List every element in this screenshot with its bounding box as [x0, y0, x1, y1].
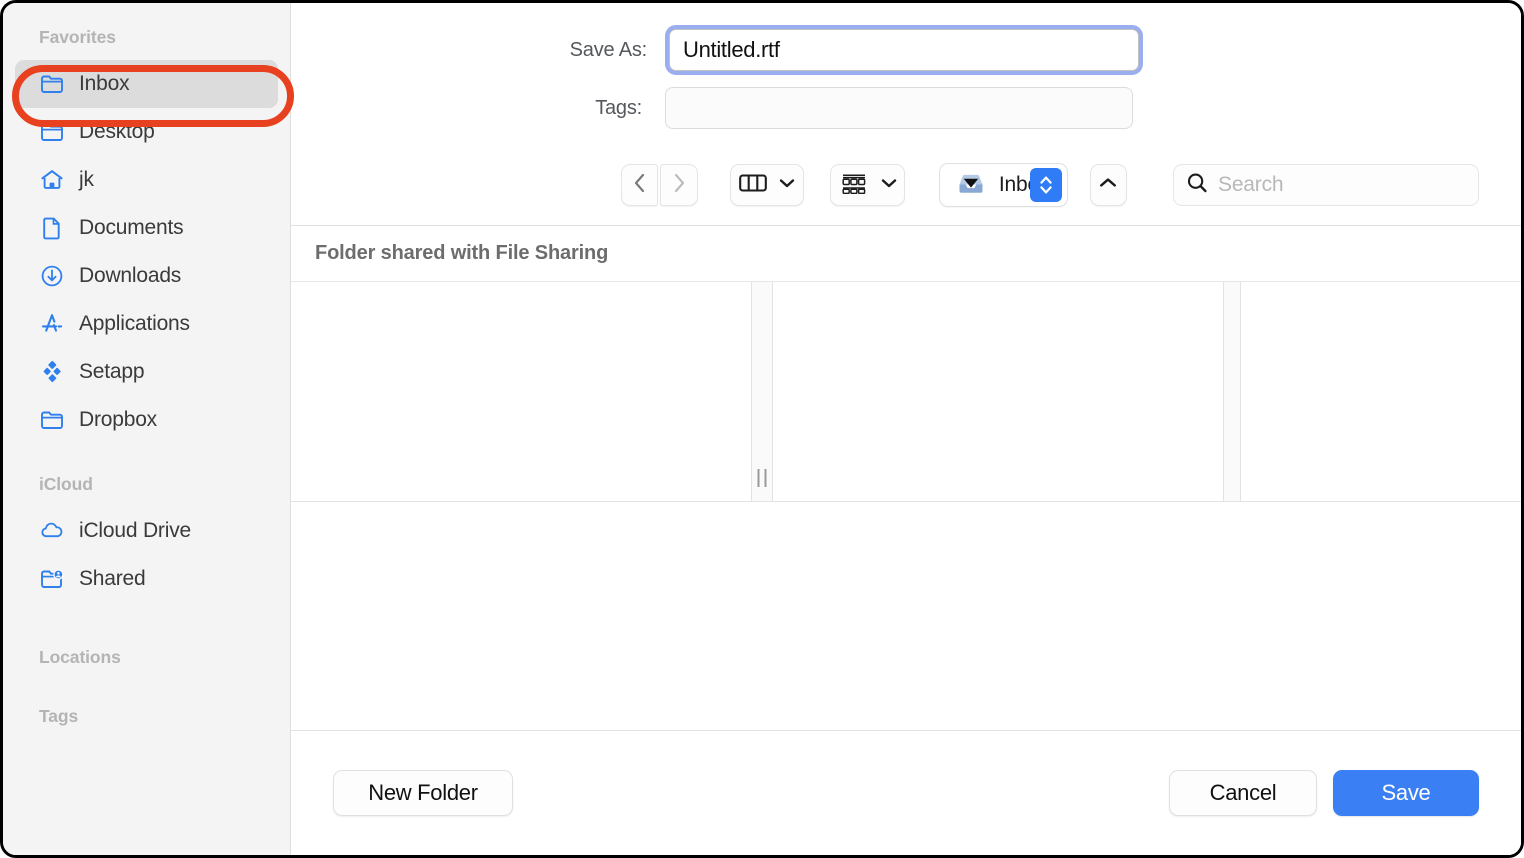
save-as-row: Save As:	[291, 25, 1521, 75]
download-icon	[39, 263, 65, 289]
tags-row: Tags:	[291, 87, 1521, 129]
go-up-button[interactable]	[1089, 164, 1128, 206]
finder-toolbar: Inbox	[291, 157, 1521, 226]
chevron-left-icon	[631, 172, 649, 199]
path-location-popup[interactable]: Inbox	[938, 163, 1068, 207]
sidebar-item-dropbox[interactable]: Dropbox	[15, 396, 278, 444]
save-dialog-window: Favorites Inbox Desktop jk Documents Dow…	[0, 0, 1524, 858]
setapp-icon	[39, 359, 65, 385]
back-button[interactable]	[621, 164, 659, 206]
sidebar-section-favorites: Favorites	[39, 27, 116, 47]
save-as-label: Save As:	[569, 38, 648, 61]
column-pane-3[interactable]	[1241, 282, 1521, 501]
new-folder-button[interactable]: New Folder	[333, 770, 513, 816]
sidebar-item-label: Setapp	[79, 360, 145, 383]
save-as-input[interactable]	[669, 29, 1139, 71]
sidebar-item-label: iCloud Drive	[79, 519, 191, 542]
sidebar-item-jk[interactable]: jk	[15, 156, 278, 204]
sidebar-item-setapp[interactable]: Setapp	[15, 348, 278, 396]
column-pane-2[interactable]	[773, 282, 1223, 501]
up-down-stepper-icon[interactable]	[1029, 168, 1062, 202]
sidebar-section-tags: Tags	[39, 706, 79, 726]
folder-icon	[39, 119, 65, 145]
column-view-icon	[739, 172, 767, 199]
preview-pane	[291, 502, 1521, 731]
inbox-tray-icon	[956, 170, 986, 201]
sidebar-item-documents[interactable]: Documents	[15, 204, 278, 252]
sidebar-item-icloud-drive[interactable]: iCloud Drive	[15, 507, 278, 555]
shared-folder-icon	[39, 566, 65, 592]
save-button[interactable]: Save	[1333, 770, 1479, 816]
chevron-down-icon	[779, 176, 795, 194]
path-location-label: Inbox	[998, 173, 1030, 196]
tags-input[interactable]	[665, 87, 1133, 129]
chevron-up-icon	[1098, 176, 1118, 195]
chevron-right-icon	[670, 172, 688, 199]
sidebar-item-applications[interactable]: Applications	[15, 300, 278, 348]
folder-icon	[39, 71, 65, 97]
view-mode-button[interactable]	[729, 164, 805, 206]
sidebar-section-icloud: iCloud	[39, 474, 93, 494]
sidebar-item-downloads[interactable]: Downloads	[15, 252, 278, 300]
forward-button[interactable]	[660, 164, 698, 206]
sidebar-item-label: Inbox	[79, 72, 130, 95]
column-pane-1[interactable]	[291, 282, 751, 501]
sidebar-item-label: Dropbox	[79, 408, 157, 431]
chevron-down-icon	[881, 176, 897, 194]
sidebar-item-label: Desktop	[79, 120, 155, 143]
save-form: Save As: Tags:	[291, 3, 1521, 157]
sidebar-item-label: Documents	[79, 216, 184, 239]
sidebar-item-inbox[interactable]: Inbox	[15, 60, 278, 108]
main-pane: Save As: Tags:	[291, 3, 1521, 855]
search-field[interactable]	[1173, 164, 1480, 206]
column-browser	[291, 282, 1521, 502]
document-icon	[39, 215, 65, 241]
sidebar-item-label: jk	[79, 168, 94, 191]
column-resize-handle-1[interactable]	[751, 282, 773, 501]
sidebar-item-label: Shared	[79, 567, 146, 590]
sidebar-item-shared[interactable]: Shared	[15, 555, 278, 603]
sidebar-item-label: Applications	[79, 312, 190, 335]
column-resize-handle-2[interactable]	[1223, 282, 1241, 501]
app-store-icon	[39, 311, 65, 337]
resize-grip-icon	[757, 469, 767, 487]
group-by-button[interactable]	[830, 164, 905, 206]
dialog-footer: New Folder Cancel Save	[291, 731, 1521, 855]
search-icon	[1186, 172, 1208, 199]
group-by-icon	[839, 172, 869, 199]
sidebar-item-desktop[interactable]: Desktop	[15, 108, 278, 156]
sidebar-item-label: Downloads	[79, 264, 182, 287]
save-as-focus-ring	[665, 25, 1143, 75]
shared-folder-banner: Folder shared with File Sharing	[291, 226, 1521, 282]
folder-icon	[39, 407, 65, 433]
tags-label: Tags:	[595, 96, 642, 119]
sidebar-section-locations: Locations	[39, 647, 121, 667]
cancel-button[interactable]: Cancel	[1169, 770, 1317, 816]
cloud-icon	[39, 518, 65, 544]
search-input[interactable]	[1218, 173, 1467, 197]
home-icon	[39, 167, 65, 193]
sidebar: Favorites Inbox Desktop jk Documents Dow…	[3, 3, 294, 855]
